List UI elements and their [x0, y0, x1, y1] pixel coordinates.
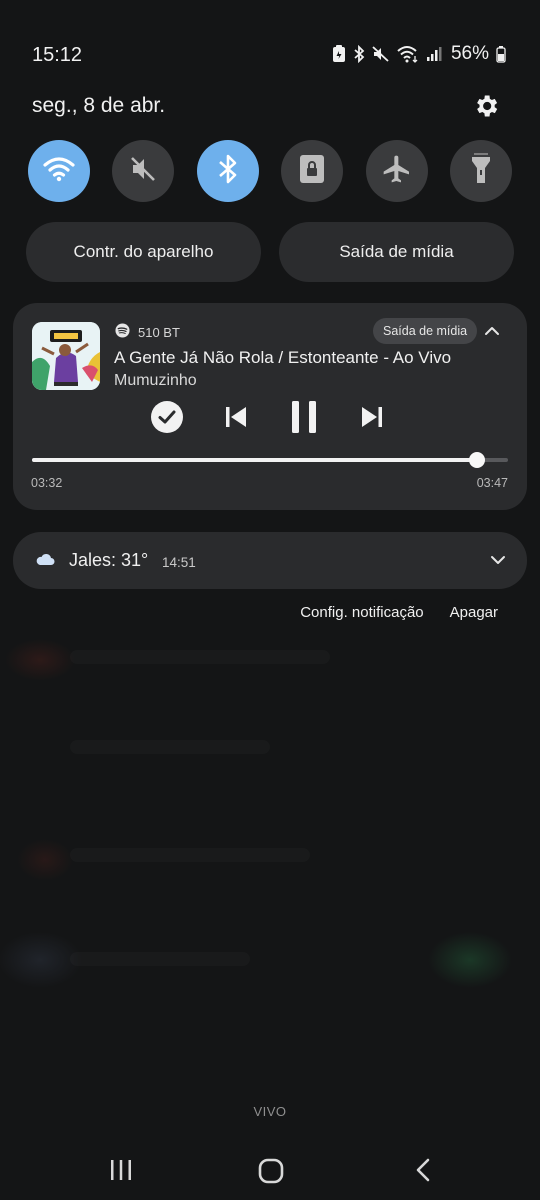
mute-icon: [129, 155, 157, 188]
notification-actions: Config. notificação Apagar: [300, 604, 498, 621]
portrait-lock-toggle[interactable]: [281, 140, 344, 202]
flashlight-toggle[interactable]: [449, 140, 512, 202]
next-track-button[interactable]: [359, 399, 385, 439]
wifi-status-icon: [397, 45, 419, 63]
back-icon[interactable]: [414, 1158, 432, 1187]
media-output-chip[interactable]: Saída de mídia: [373, 318, 478, 344]
notification-settings-button[interactable]: Config. notificação: [300, 604, 423, 621]
airplane-mode-toggle[interactable]: [365, 140, 428, 202]
device-control-button[interactable]: Contr. do aparelho: [26, 222, 261, 282]
blurred-background-row: [70, 952, 250, 966]
previous-track-button[interactable]: [223, 399, 249, 439]
lock-icon: [299, 154, 325, 189]
chevron-down-icon[interactable]: [489, 551, 507, 574]
home-icon[interactable]: [258, 1158, 284, 1189]
battery-percent: 56%: [450, 43, 489, 64]
pause-icon: [290, 400, 318, 439]
track-title: A Gente Já Não Rola / Estonteante - Ao V…: [114, 348, 452, 367]
skip-previous-icon: [224, 405, 248, 434]
progress-fill: [32, 458, 477, 462]
album-art: [32, 322, 100, 390]
signal-icon: [426, 46, 442, 62]
pause-button[interactable]: [290, 399, 318, 439]
mute-status-icon: [372, 45, 390, 63]
quick-settings-toggles: [28, 140, 512, 202]
chevron-up-icon[interactable]: [483, 322, 501, 340]
status-icons: 56%: [332, 43, 506, 65]
status-bar: 15:12 56% seg., 8 de abr.: [0, 0, 540, 117]
airplane-icon: [381, 153, 413, 190]
blurred-background-row: [70, 740, 270, 754]
bluetooth-toggle[interactable]: [196, 140, 259, 202]
clock: 15:12: [32, 44, 83, 66]
date-label: seg., 8 de abr.: [32, 94, 166, 117]
track-artist: Mumuzinho: [114, 372, 197, 389]
spotify-icon: [115, 323, 130, 341]
weather-summary: Jales: 31°: [69, 550, 149, 570]
cloud-icon: [35, 552, 55, 571]
media-source-row: 510 BT: [115, 323, 180, 341]
media-output-button[interactable]: Saída de mídia: [279, 222, 514, 282]
weather-time: 14:51: [162, 555, 196, 570]
skip-next-icon: [360, 405, 384, 434]
sound-toggle[interactable]: [112, 140, 175, 202]
bluetooth-status-icon: [353, 45, 365, 63]
playback-progress-bar[interactable]: [32, 452, 508, 468]
navigation-bar: [0, 1150, 540, 1194]
check-circle-icon: [150, 400, 184, 439]
clear-all-button[interactable]: Apagar: [450, 604, 498, 621]
power-saving-icon: [332, 45, 346, 63]
flashlight-icon: [470, 153, 492, 190]
carrier-label: VIVO: [253, 1104, 287, 1119]
weather-notification[interactable]: Jales: 31° 14:51: [13, 532, 527, 589]
recent-apps-icon[interactable]: [109, 1158, 133, 1187]
playback-controls: [13, 399, 527, 439]
media-player-card[interactable]: 510 BT Saída de mídia A Gente Já Não Rol…: [13, 303, 527, 510]
notification-shade: 15:12 56% seg., 8 de abr. Contr. do apar…: [0, 0, 540, 1200]
total-time: 03:47: [476, 476, 508, 490]
wifi-toggle[interactable]: [28, 140, 90, 202]
elapsed-time: 03:32: [31, 476, 63, 490]
bluetooth-icon: [217, 154, 239, 189]
blurred-background-row: [70, 848, 310, 862]
quick-panel-buttons: Contr. do aparelho Saída de mídia: [26, 222, 514, 282]
output-device-name: 510 BT: [138, 324, 180, 340]
battery-icon: [496, 45, 506, 63]
wifi-icon: [43, 156, 75, 187]
seek-handle[interactable]: [468, 452, 485, 468]
settings-gear-icon[interactable]: [472, 92, 500, 120]
blurred-background-row: [70, 650, 330, 664]
saved-check-button[interactable]: [150, 399, 184, 439]
